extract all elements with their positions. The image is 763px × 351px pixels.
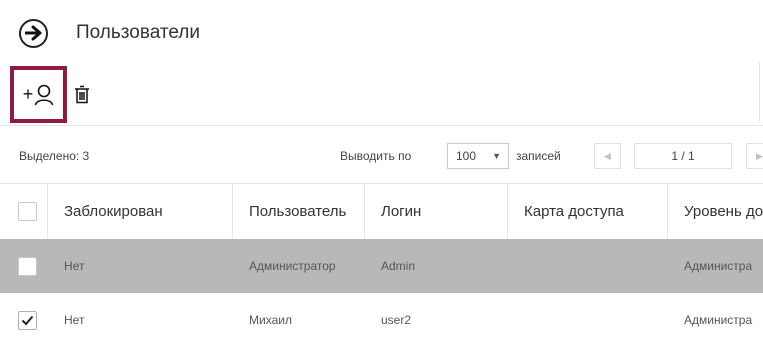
row-select-cell — [0, 239, 48, 293]
table-row[interactable]: Нет Михаил user2 Администра — [0, 293, 763, 347]
divider — [0, 125, 763, 126]
table-row[interactable]: Нет Администратор Admin Администра — [0, 239, 763, 293]
add-user-button[interactable]: + — [10, 66, 67, 123]
select-all-cell — [0, 184, 48, 239]
cell-login: Admin — [381, 259, 416, 273]
page-title: Пользователи — [76, 22, 201, 43]
checkmark-icon — [21, 315, 34, 325]
cell-user: Михаил — [249, 313, 292, 327]
toolbar: + — [10, 66, 93, 123]
page-header: Пользователи — [19, 17, 200, 49]
plus-symbol: + — [22, 84, 34, 104]
pager-bar: Выделено: 3 Выводить по 100 ▼ записей ◀ … — [0, 143, 763, 171]
cell-card — [508, 293, 668, 347]
user-icon — [34, 84, 54, 105]
select-all-checkbox[interactable] — [18, 202, 37, 221]
column-header[interactable]: Заблокирован — [48, 184, 233, 239]
prev-page-button[interactable]: ◀ — [594, 143, 621, 169]
per-page-value: 100 — [456, 149, 477, 163]
caret-down-icon: ▼ — [492, 151, 501, 161]
next-page-button[interactable]: ▶ — [746, 143, 763, 169]
page-indicator[interactable]: 1 / 1 — [634, 143, 732, 169]
delete-button[interactable] — [71, 80, 93, 110]
cell-level: Администра — [684, 259, 753, 273]
divider — [759, 62, 760, 122]
trash-icon — [75, 85, 89, 104]
cell-blocked: Нет — [64, 313, 85, 327]
records-label: записей — [516, 149, 561, 163]
cell-level: Администра — [684, 313, 753, 327]
row-checkbox[interactable] — [18, 256, 37, 276]
per-page-label: Выводить по — [340, 149, 412, 163]
per-page-select[interactable]: 100 ▼ — [447, 143, 509, 169]
triangle-right-icon: ▶ — [756, 150, 763, 161]
column-header[interactable]: Пользователь — [233, 184, 365, 239]
cell-blocked: Нет — [64, 259, 85, 273]
back-button[interactable] — [19, 18, 48, 48]
table-header-row: Заблокирован Пользователь Логин Карта до… — [0, 184, 763, 239]
row-select-cell — [0, 293, 48, 347]
cell-user: Администратор — [249, 259, 336, 273]
cell-login: user2 — [381, 313, 412, 327]
cell-card — [508, 239, 668, 293]
column-header[interactable]: Логин — [365, 184, 508, 239]
triangle-left-icon: ◀ — [604, 150, 611, 161]
column-header[interactable]: Карта доступа — [508, 184, 668, 239]
row-checkbox[interactable] — [18, 310, 37, 330]
selected-count: Выделено: 3 — [19, 149, 90, 163]
column-header[interactable]: Уровень до — [668, 184, 763, 239]
users-table: Заблокирован Пользователь Логин Карта до… — [0, 183, 763, 347]
arrow-right-icon — [24, 25, 41, 41]
